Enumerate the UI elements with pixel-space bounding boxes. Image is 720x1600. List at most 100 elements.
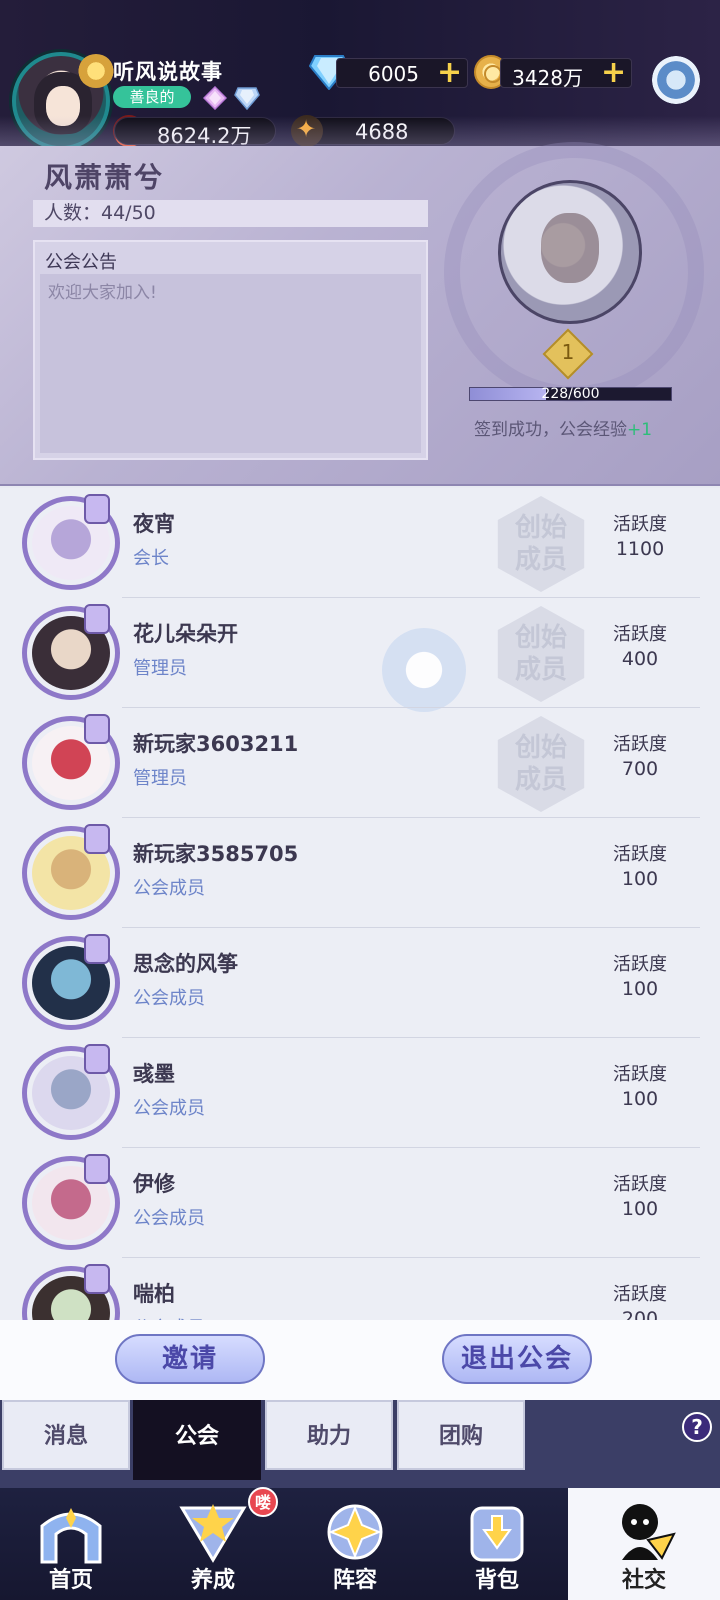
guild-notice-box: 公会公告 欢迎大家加入! bbox=[33, 240, 428, 460]
activity-label: 活跃度 bbox=[613, 1174, 667, 1195]
member-avatar[interactable] bbox=[22, 494, 120, 590]
nav-lineup[interactable]: 阵容 bbox=[284, 1488, 426, 1600]
activity-label: 活跃度 bbox=[613, 624, 667, 645]
social-tabs: 消息 公会 助力 团购 bbox=[0, 1400, 720, 1488]
activity-label: 活跃度 bbox=[613, 514, 667, 535]
action-bar: 邀请 退出公会 bbox=[0, 1320, 720, 1400]
member-avatar[interactable] bbox=[22, 1264, 120, 1320]
guild-level-value: 1 bbox=[561, 340, 575, 364]
blue-gem-icon bbox=[234, 87, 260, 110]
member-list[interactable]: 夜宵 会长 创始 成员 活跃度 1100 花儿朵朵开 管理员 创始 成员 活跃度 400 新玩家36… bbox=[0, 488, 720, 1320]
founder-stamp: 创始 成员 bbox=[497, 496, 585, 592]
member-row[interactable]: 思念的风筝 公会成员 活跃度 100 bbox=[0, 928, 720, 1038]
card-badge-icon bbox=[84, 934, 110, 964]
help-question-icon[interactable]: ? bbox=[682, 1412, 712, 1442]
member-name: 花儿朵朵开 bbox=[133, 622, 238, 646]
avatar-face bbox=[46, 86, 80, 126]
settings-gear-icon[interactable] bbox=[652, 56, 700, 104]
diamond-value: 6005 bbox=[368, 62, 419, 86]
guild-name: 风萧萧兮 bbox=[44, 161, 165, 194]
member-role: 公会成员 bbox=[133, 878, 205, 899]
trait-badge: 善良的 bbox=[113, 86, 191, 108]
signin-bonus: +1 bbox=[627, 420, 653, 440]
founder-stamp-text: 创始 成员 bbox=[514, 513, 567, 575]
member-role: 管理员 bbox=[133, 658, 187, 679]
activity-value: 1100 bbox=[615, 538, 665, 560]
member-avatar[interactable] bbox=[22, 1154, 120, 1250]
nav-backpack-label: 背包 bbox=[474, 1568, 519, 1593]
notice-text: 欢迎大家加入! bbox=[48, 283, 157, 303]
activity-value: 100 bbox=[621, 1198, 659, 1220]
member-role: 公会成员 bbox=[133, 1208, 205, 1229]
member-name: 彧墨 bbox=[133, 1062, 175, 1086]
guild-member-count: 人数：44/50 bbox=[33, 200, 428, 227]
card-badge-icon bbox=[84, 714, 110, 744]
activity-value: 200 bbox=[621, 1308, 659, 1320]
signin-text: 签到成功，公会经验 bbox=[474, 420, 627, 440]
tab-guild[interactable]: 公会 bbox=[133, 1400, 261, 1480]
player-avatar[interactable] bbox=[12, 52, 114, 150]
activity-label: 活跃度 bbox=[613, 954, 667, 975]
nav-social-label: 社交 bbox=[621, 1568, 666, 1593]
member-row[interactable]: 伊修公会成员 活跃度 100 bbox=[0, 1148, 720, 1258]
guild-exp-bar: 228/600 bbox=[469, 386, 672, 402]
member-name: 新玩家3585705 bbox=[133, 842, 299, 866]
member-name: 伊修 bbox=[133, 1172, 175, 1196]
member-name: 新玩家3603211 bbox=[133, 732, 299, 756]
member-row[interactable]: 夜宵会长 创始 成员 活跃度 1100 bbox=[0, 488, 720, 598]
guild-emblem[interactable] bbox=[498, 180, 642, 324]
nav-social[interactable]: 社交 bbox=[568, 1488, 720, 1600]
tab-assist[interactable]: 助力 bbox=[265, 1400, 393, 1470]
add-coins-button[interactable]: + bbox=[601, 58, 626, 88]
fire-power-icon bbox=[113, 115, 145, 147]
member-row[interactable]: 新玩家3603211 管理员 创始 成员 活跃度 700 bbox=[0, 708, 720, 818]
founder-stamp-text: 创始 成员 bbox=[514, 623, 567, 685]
card-badge-icon bbox=[84, 1044, 110, 1074]
add-diamonds-button[interactable]: + bbox=[437, 58, 462, 88]
activity-value: 700 bbox=[621, 758, 659, 780]
nav-home[interactable]: 首页 bbox=[0, 1488, 142, 1600]
member-avatar[interactable] bbox=[22, 824, 120, 920]
founder-stamp: 创始 成员 bbox=[497, 606, 585, 702]
power-counter: 8624.2万 bbox=[114, 117, 276, 148]
guild-exp-text: 228/600 bbox=[541, 386, 600, 402]
founder-stamp-text: 创始 成员 bbox=[514, 733, 567, 795]
member-avatar[interactable] bbox=[22, 604, 120, 700]
member-role: 会长 bbox=[133, 548, 169, 569]
activity-value: 400 bbox=[621, 648, 659, 670]
nav-backpack[interactable]: 背包 bbox=[426, 1488, 568, 1600]
member-row[interactable]: 喘柏公会成员活跃度200 bbox=[0, 1258, 720, 1320]
card-badge-icon bbox=[84, 1264, 110, 1294]
player-header: 听风说故事 善良的 6005 + 3428万 + 8624.2万 4688 bbox=[0, 0, 720, 150]
activity-label: 活跃度 bbox=[613, 1284, 667, 1305]
member-avatar[interactable] bbox=[22, 934, 120, 1030]
member-row[interactable]: 新玩家3585705 公会成员 活跃度 100 bbox=[0, 818, 720, 928]
tab-messages[interactable]: 消息 bbox=[2, 1400, 130, 1470]
card-badge-icon bbox=[84, 1154, 110, 1184]
signin-message: 签到成功，公会经验+1 bbox=[474, 415, 652, 440]
tab-group-buy[interactable]: 团购 bbox=[397, 1400, 525, 1470]
member-role: 管理员 bbox=[133, 768, 187, 789]
notice-title: 公会公告 bbox=[45, 252, 117, 273]
member-row[interactable]: 彧墨 公会成员 活跃度 100 bbox=[0, 1038, 720, 1148]
lineup-compass-icon bbox=[327, 1504, 383, 1560]
leave-guild-button[interactable]: 退出公会 bbox=[442, 1334, 592, 1384]
player-name: 听风说故事 bbox=[113, 60, 223, 84]
member-name: 夜宵 bbox=[133, 512, 175, 536]
activity-value: 100 bbox=[621, 978, 659, 1000]
member-avatar[interactable] bbox=[22, 1044, 120, 1140]
notification-badge: 喽 bbox=[248, 1487, 278, 1517]
member-row[interactable]: 花儿朵朵开管理员 创始 成员 活跃度 400 bbox=[0, 598, 720, 708]
activity-label: 活跃度 bbox=[613, 734, 667, 755]
notice-content-area[interactable]: 欢迎大家加入! bbox=[40, 274, 421, 453]
home-arch-icon bbox=[40, 1508, 102, 1564]
member-avatar[interactable] bbox=[22, 714, 120, 810]
coin-counter: 3428万 + bbox=[500, 58, 632, 90]
card-badge-icon bbox=[84, 604, 110, 634]
invite-button[interactable]: 邀请 bbox=[115, 1334, 265, 1384]
member-role: 公会成员 bbox=[133, 988, 205, 1009]
star-triangle-icon bbox=[179, 1504, 247, 1563]
pink-gem-icon bbox=[203, 86, 227, 110]
member-role: 公会成员 bbox=[133, 1098, 205, 1119]
activity-value: 100 bbox=[621, 868, 659, 890]
